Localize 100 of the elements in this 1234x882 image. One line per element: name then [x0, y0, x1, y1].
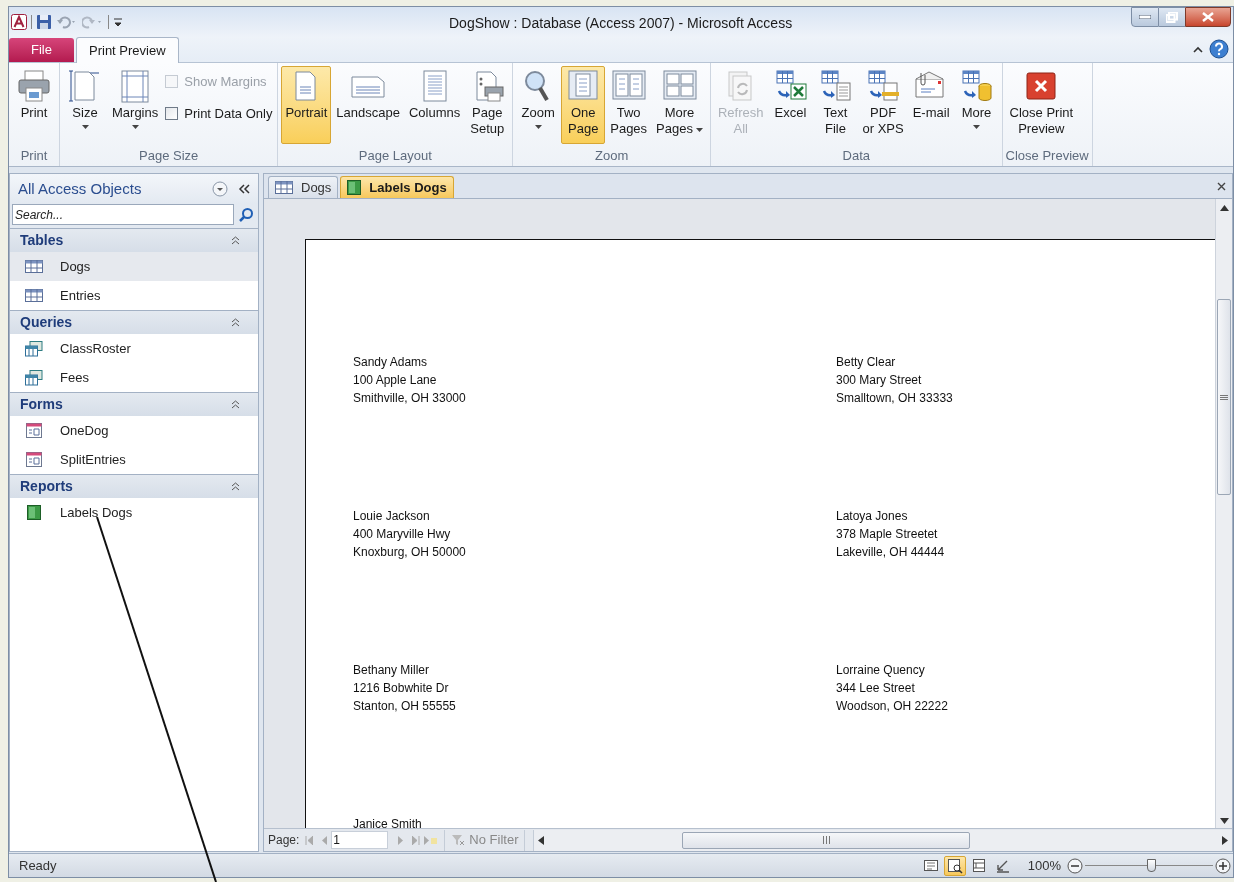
- label-text: Lakeville, OH 44444: [836, 545, 946, 559]
- page-label: Page:: [267, 832, 300, 849]
- ribbon-button[interactable]: One Page: [561, 66, 606, 144]
- ribbon-tab[interactable]: Print Preview: [76, 37, 179, 63]
- zoom-percentage: 100%: [1027, 856, 1061, 875]
- zoom-out-icon[interactable]: [1067, 857, 1083, 874]
- collapse-ribbon-icon[interactable]: [1193, 45, 1203, 53]
- collapse-chevron-icon: [231, 400, 240, 409]
- close-icon[interactable]: [1217, 182, 1226, 191]
- zoom-in-icon[interactable]: [1215, 857, 1231, 874]
- ribbon-button[interactable]: Margins: [108, 66, 163, 144]
- app-icon: [11, 14, 27, 30]
- group-header[interactable]: Forms: [10, 392, 258, 416]
- ribbon-button[interactable]: Landscape: [332, 66, 404, 144]
- group-header[interactable]: Tables: [10, 228, 258, 252]
- ribbon-button[interactable]: More Pages: [652, 66, 707, 144]
- group-label: Data: [841, 147, 871, 165]
- dropdown-arrow-icon: [131, 125, 139, 129]
- group-label: Close Preview: [1005, 147, 1089, 165]
- label-text: 300 Mary Street: [836, 373, 923, 387]
- form-icon: [26, 452, 42, 467]
- navigation-item[interactable]: Dogs: [10, 252, 258, 281]
- ribbon-button[interactable]: More: [954, 66, 999, 144]
- label-text: 1216 Bobwhite Dr: [353, 681, 450, 695]
- help-icon[interactable]: [1209, 39, 1229, 59]
- page-number-field[interactable]: 1: [331, 831, 389, 849]
- ribbon-button[interactable]: Columns: [404, 66, 465, 144]
- ribbon-button[interactable]: Text File: [813, 66, 858, 144]
- slider-thumb[interactable]: [1146, 858, 1156, 872]
- collapse-chevron-icon: [231, 318, 240, 327]
- label-text: Bethany Miller: [353, 663, 431, 677]
- status-text: Ready: [18, 856, 57, 875]
- file-tab[interactable]: File: [9, 38, 74, 62]
- ribbon-button[interactable]: E-mail: [908, 66, 954, 144]
- restore-icon: [1166, 11, 1178, 23]
- dropdown-arrow-icon: [81, 125, 89, 129]
- dropdown-circle-icon[interactable]: [212, 181, 228, 197]
- table-icon: [275, 180, 293, 195]
- ribbon-button[interactable]: PDF or XPS: [858, 66, 908, 144]
- undo-icon: [56, 15, 78, 29]
- group-header[interactable]: Queries: [10, 310, 258, 334]
- save-icon: [36, 14, 52, 30]
- group-header[interactable]: Reports: [10, 474, 258, 498]
- label-text: Knoxburg, OH 50000: [353, 545, 467, 559]
- group-label: Print: [19, 147, 49, 165]
- ribbon-button[interactable]: Print: [12, 66, 56, 144]
- grip-icon: [1220, 394, 1228, 400]
- up-arrow-icon: [1219, 205, 1229, 211]
- query-icon: [25, 340, 43, 357]
- label-text: Woodson, OH 22222: [836, 699, 949, 713]
- form-icon: [26, 423, 42, 438]
- document-tab[interactable]: Dogs: [268, 176, 339, 198]
- right-arrow-icon: [1222, 835, 1228, 845]
- checkbox-option[interactable]: Print Data Only: [165, 103, 273, 123]
- redo-icon: [82, 15, 104, 29]
- window-title: DogShow : Database (Access 2007) - Microsoft Access: [449, 14, 793, 33]
- label-text: Smithville, OH 33000: [353, 391, 467, 405]
- collapse-chevron-icon: [231, 236, 240, 245]
- grip-icon: [823, 836, 830, 844]
- search-icon[interactable]: [238, 206, 254, 223]
- label-text: Betty Clear: [836, 355, 897, 369]
- ribbon-button[interactable]: Two Pages: [606, 66, 652, 144]
- dropdown-arrow-icon: [696, 127, 703, 132]
- ribbon-button[interactable]: Close Print Preview: [1005, 66, 1078, 144]
- print-preview-icon: [946, 857, 963, 874]
- label-text: 344 Lee Street: [836, 681, 916, 695]
- zoom-slider[interactable]: [1085, 857, 1213, 874]
- search-field[interactable]: Search...: [12, 204, 234, 225]
- ribbon-button[interactable]: Zoom: [516, 66, 561, 144]
- close-icon: [1202, 12, 1214, 22]
- dropdown-arrow-icon: [973, 125, 981, 129]
- pane-title: All Access Objects: [18, 178, 142, 199]
- horizontal-scrollbar[interactable]: [533, 829, 1232, 851]
- query-icon: [25, 369, 43, 386]
- customize-icon: [113, 16, 123, 28]
- collapse-pane-icon[interactable]: [238, 184, 250, 194]
- scrollbar-thumb[interactable]: [682, 831, 971, 849]
- collapse-chevron-icon: [231, 482, 240, 491]
- multiple-pages-icon: [661, 69, 698, 103]
- minimize-button[interactable]: [1131, 7, 1159, 27]
- pdf-export-icon: [865, 69, 902, 103]
- down-arrow-icon: [1219, 818, 1229, 824]
- vertical-scrollbar[interactable]: [1215, 199, 1232, 828]
- restore-button[interactable]: [1159, 7, 1185, 27]
- scrollbar-thumb[interactable]: [1217, 299, 1231, 495]
- printer-icon: [16, 69, 52, 103]
- label-text: 100 Apple Lane: [353, 373, 438, 387]
- report-icon: [27, 505, 41, 520]
- two-pages-icon: [610, 69, 647, 103]
- left-arrow-icon: [538, 835, 545, 845]
- ribbon-button[interactable]: Size: [63, 66, 107, 144]
- view-button[interactable]: [943, 855, 966, 876]
- label-text: Latoya Jones: [836, 509, 909, 523]
- document-tab[interactable]: Labels Dogs: [340, 176, 454, 198]
- ribbon-button[interactable]: Excel: [768, 66, 813, 144]
- label-text: Smalltown, OH 33333: [836, 391, 954, 405]
- label-text: 378 Maple Streetet: [836, 527, 939, 541]
- ribbon-button[interactable]: Page Setup: [465, 66, 510, 144]
- ribbon-button[interactable]: Portrait: [281, 66, 332, 144]
- close-button[interactable]: [1185, 7, 1231, 27]
